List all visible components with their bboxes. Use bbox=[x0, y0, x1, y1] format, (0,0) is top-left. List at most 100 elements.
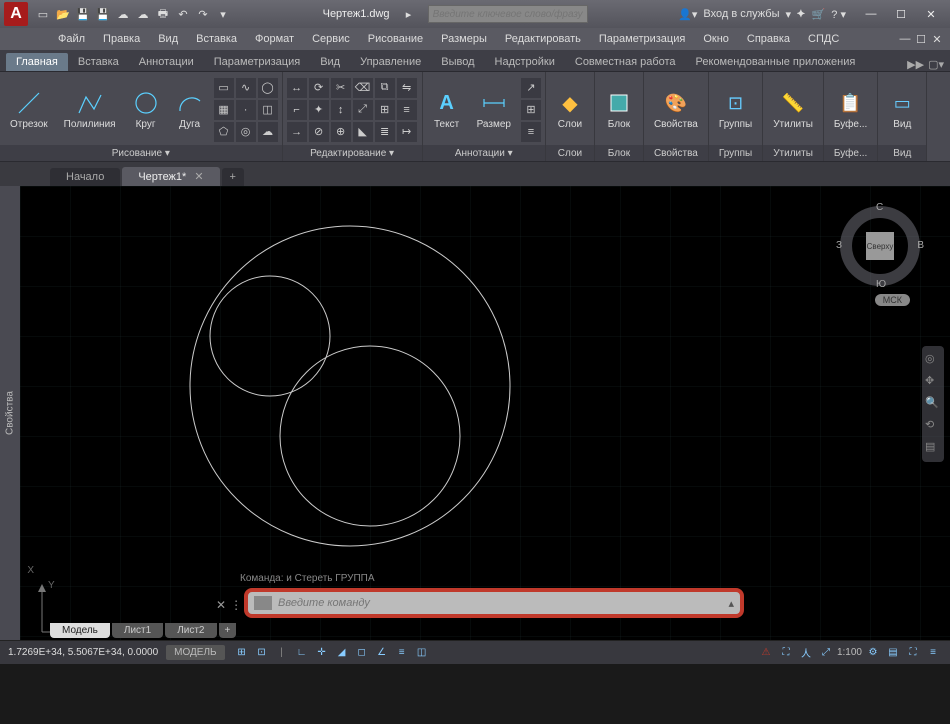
layers-button[interactable]: ◆Слои bbox=[550, 87, 590, 132]
coordinates-display[interactable]: 1.7269E+34, 5.5067E+34, 0.0000 bbox=[8, 647, 158, 658]
clipboard-button[interactable]: 📋Буфе... bbox=[828, 87, 873, 132]
command-recent-icon[interactable]: ▴ bbox=[728, 597, 734, 610]
grid-toggle-icon[interactable]: ⊞ bbox=[233, 644, 251, 662]
filetab-close-icon[interactable]: ✕ bbox=[194, 170, 203, 183]
ellipse-icon[interactable]: ◯ bbox=[258, 78, 278, 98]
rect-icon[interactable]: ▭ bbox=[214, 78, 234, 98]
scale-display[interactable]: 1:100 bbox=[837, 647, 862, 658]
panel-block-title[interactable]: Блок bbox=[595, 145, 643, 161]
scale-icon[interactable]: ⤢ bbox=[353, 100, 373, 120]
donut-icon[interactable]: ◎ bbox=[236, 122, 256, 142]
menu-parametric[interactable]: Параметризация bbox=[591, 31, 693, 47]
title-search-icon[interactable]: ▸ bbox=[400, 5, 418, 23]
utilities-button[interactable]: 📏Утилиты bbox=[767, 87, 819, 132]
transparency-toggle-icon[interactable]: ◫ bbox=[413, 644, 431, 662]
layout-tab-model[interactable]: Модель bbox=[50, 623, 110, 638]
search-input[interactable] bbox=[428, 5, 588, 23]
annotation-monitor-icon[interactable]: ⚠ bbox=[757, 644, 775, 662]
lineweight-toggle-icon[interactable]: ≡ bbox=[393, 644, 411, 662]
minimize-button[interactable]: — bbox=[856, 3, 886, 25]
groups-button[interactable]: ⊡Группы bbox=[713, 87, 758, 132]
user-icon[interactable]: 👤▾ bbox=[678, 8, 697, 21]
explode-icon[interactable]: ✦ bbox=[309, 100, 329, 120]
ribbon-tab-view[interactable]: Вид bbox=[310, 53, 350, 71]
panel-props-title[interactable]: Свойства bbox=[644, 145, 708, 161]
drawing-canvas[interactable]: Сверху С Ю В З МСК ◎ ✥ 🔍 ⟲ ▤ Y X Команда… bbox=[20, 186, 950, 640]
cloud-save-icon[interactable]: ☁ bbox=[134, 5, 152, 23]
ribbon-tab-featured[interactable]: Рекомендованные приложения bbox=[686, 53, 866, 71]
properties-button[interactable]: 🎨Свойства bbox=[648, 87, 704, 132]
ribbon-tab-manage[interactable]: Управление bbox=[350, 53, 431, 71]
cmdline-close-icon[interactable]: ✕ bbox=[216, 598, 226, 612]
saveas-icon[interactable]: 💾 bbox=[94, 5, 112, 23]
clean-screen-icon[interactable]: ⛶ bbox=[904, 644, 922, 662]
ribbon-tab-home[interactable]: Главная bbox=[6, 53, 68, 71]
erase-icon[interactable]: ⌫ bbox=[353, 78, 373, 98]
mtext-icon[interactable]: ≡ bbox=[521, 122, 541, 142]
menu-help[interactable]: Справка bbox=[739, 31, 798, 47]
layout-tab-add[interactable]: + bbox=[219, 623, 237, 638]
ribbon-tab-output[interactable]: Вывод bbox=[431, 53, 484, 71]
osnap-toggle-icon[interactable]: ◻ bbox=[353, 644, 371, 662]
close-button[interactable]: ✕ bbox=[916, 3, 946, 25]
filetab-drawing1[interactable]: Чертеж1*✕ bbox=[122, 167, 219, 186]
login-link[interactable]: Вход в службы bbox=[703, 8, 779, 20]
break-icon[interactable]: ⊘ bbox=[309, 122, 329, 142]
table-icon[interactable]: ⊞ bbox=[521, 100, 541, 120]
panel-layers-title[interactable]: Слои bbox=[546, 145, 594, 161]
hatch-icon[interactable]: ▦ bbox=[214, 100, 234, 120]
rotate-icon[interactable]: ⟳ bbox=[309, 78, 329, 98]
annotation-autoscale-icon[interactable]: ⤢ bbox=[817, 644, 835, 662]
menu-view[interactable]: Вид bbox=[150, 31, 186, 47]
isodraft-toggle-icon[interactable]: ◢ bbox=[333, 644, 351, 662]
viewcube-west[interactable]: З bbox=[836, 240, 842, 251]
polygon-icon[interactable]: ⬠ bbox=[214, 122, 234, 142]
ribbon-tab-addins[interactable]: Надстройки bbox=[485, 53, 565, 71]
menu-file[interactable]: Файл bbox=[50, 31, 93, 47]
menu-draw[interactable]: Рисование bbox=[360, 31, 431, 47]
help-icon[interactable]: ? ▾ bbox=[831, 8, 846, 21]
dimension-button[interactable]: Размер bbox=[471, 87, 517, 132]
panel-draw-title[interactable]: Рисование ▾ bbox=[0, 145, 282, 161]
panel-modify-title[interactable]: Редактирование ▾ bbox=[283, 145, 422, 161]
viewcube[interactable]: Сверху С Ю В З bbox=[840, 206, 920, 286]
chamfer-icon[interactable]: ◣ bbox=[353, 122, 373, 142]
properties-palette-tab[interactable]: Свойства bbox=[0, 186, 20, 640]
app-exchange-icon[interactable]: ⯌ bbox=[797, 8, 806, 21]
polyline-button[interactable]: Полилиния bbox=[58, 87, 122, 132]
customize-status-icon[interactable]: ≡ bbox=[924, 644, 942, 662]
hardware-accel-icon[interactable]: ▤ bbox=[884, 644, 902, 662]
region-icon[interactable]: ◫ bbox=[258, 100, 278, 120]
move-icon[interactable]: ↔ bbox=[287, 78, 307, 98]
circle-button[interactable]: Круг bbox=[126, 87, 166, 132]
model-space-toggle[interactable]: МОДЕЛЬ bbox=[166, 645, 224, 660]
nav-zoom-icon[interactable]: 🔍 bbox=[925, 396, 941, 412]
align-icon[interactable]: ≣ bbox=[375, 122, 395, 142]
redo-icon[interactable]: ↷ bbox=[194, 5, 212, 23]
array-icon[interactable]: ⊞ bbox=[375, 100, 395, 120]
undo-icon[interactable]: ↶ bbox=[174, 5, 192, 23]
text-button[interactable]: AТекст bbox=[427, 87, 467, 132]
viewcube-north[interactable]: С bbox=[876, 202, 883, 213]
offset-icon[interactable]: ≡ bbox=[397, 100, 417, 120]
panel-view-title[interactable]: Вид bbox=[878, 145, 926, 161]
menu-edit[interactable]: Правка bbox=[95, 31, 148, 47]
layout-tab-sheet1[interactable]: Лист1 bbox=[112, 623, 163, 638]
nav-pan-icon[interactable]: ✥ bbox=[925, 374, 941, 390]
viewcube-top[interactable]: Сверху bbox=[866, 232, 894, 260]
layout-tab-sheet2[interactable]: Лист2 bbox=[165, 623, 216, 638]
wcs-badge[interactable]: МСК bbox=[875, 294, 910, 306]
trim-icon[interactable]: ✂ bbox=[331, 78, 351, 98]
block-button[interactable]: Блок bbox=[599, 87, 639, 132]
menu-insert[interactable]: Вставка bbox=[188, 31, 245, 47]
menu-tools[interactable]: Сервис bbox=[304, 31, 358, 47]
app-logo[interactable]: A bbox=[4, 2, 28, 26]
open-icon[interactable]: 📂 bbox=[54, 5, 72, 23]
panel-groups-title[interactable]: Группы bbox=[709, 145, 762, 161]
mirror-icon[interactable]: ⇋ bbox=[397, 78, 417, 98]
viewcube-south[interactable]: Ю bbox=[876, 279, 886, 290]
fillet-icon[interactable]: ⌐ bbox=[287, 100, 307, 120]
new-icon[interactable]: ▭ bbox=[34, 5, 52, 23]
cart-icon[interactable]: 🛒 bbox=[812, 8, 826, 21]
mdi-close-icon[interactable]: ✕ bbox=[930, 32, 944, 46]
